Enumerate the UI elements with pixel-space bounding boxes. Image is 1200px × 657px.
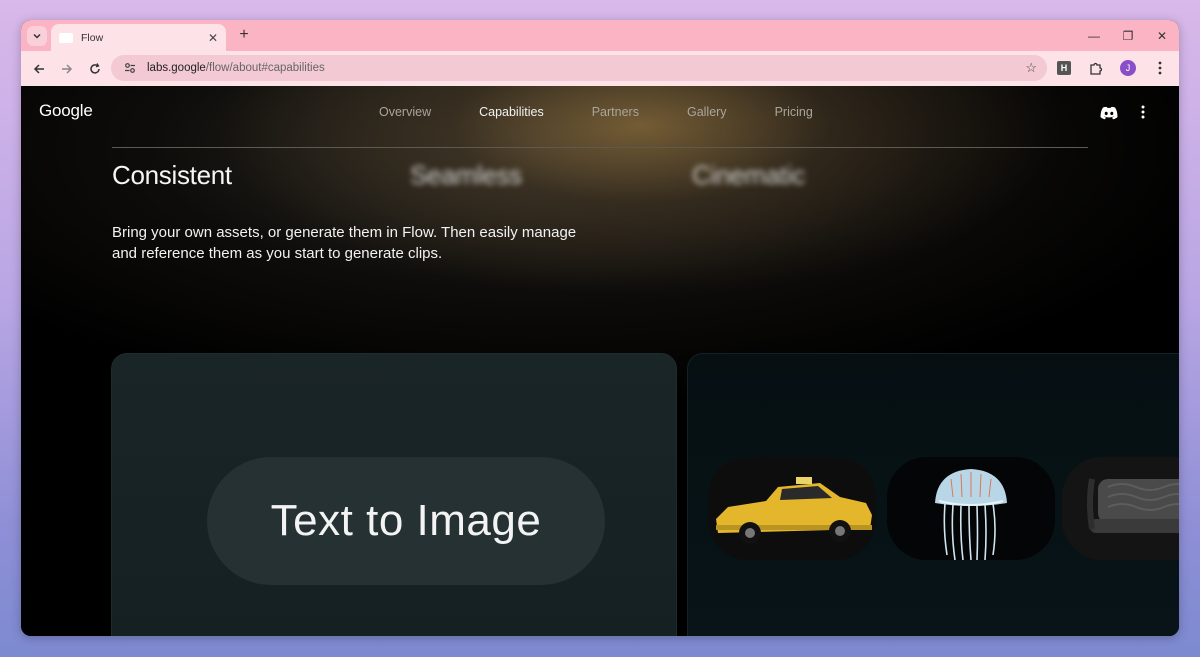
browser-toolbar: labs.google/flow/about#capabilities ☆ H …	[21, 51, 1179, 86]
page-content: Google Overview Capabilities Partners Ga…	[21, 86, 1179, 636]
jellyfish-image[interactable]	[887, 457, 1055, 560]
site-settings-icon[interactable]	[121, 59, 139, 77]
minimize-icon[interactable]: —	[1077, 20, 1111, 51]
tab-strip: Flow ✕ + — ❐ ✕	[21, 20, 1179, 51]
nav-capabilities[interactable]: Capabilities	[479, 105, 544, 119]
tab-title: Flow	[81, 31, 104, 44]
forward-button[interactable]	[53, 55, 81, 83]
text-to-image-card: Text to Image	[111, 353, 677, 636]
car-seat-image[interactable]	[1062, 457, 1179, 560]
toolbar-actions: H J	[1051, 55, 1173, 81]
url-text: labs.google/flow/about#capabilities	[147, 62, 1025, 74]
profile-button[interactable]: J	[1115, 55, 1141, 81]
capability-description: Bring your own assets, or generate them …	[112, 224, 577, 262]
chevron-down-icon	[33, 33, 41, 39]
discord-icon[interactable]	[1099, 106, 1119, 120]
back-arrow-icon	[33, 63, 44, 74]
favicon-icon	[59, 32, 73, 43]
restore-icon[interactable]: ❐	[1111, 20, 1145, 51]
nav-overview[interactable]: Overview	[379, 105, 431, 119]
capability-tab-cinematic[interactable]: Cinematic	[692, 160, 805, 191]
extension-h-icon: H	[1057, 61, 1071, 75]
extension-h-button[interactable]: H	[1051, 55, 1077, 81]
bookmark-star-icon[interactable]: ☆	[1025, 60, 1037, 76]
taxi-image[interactable]	[708, 457, 876, 560]
capability-tab-seamless[interactable]: Seamless	[410, 160, 522, 191]
back-button[interactable]	[25, 55, 53, 83]
reload-button[interactable]	[81, 55, 109, 83]
close-window-icon[interactable]: ✕	[1145, 20, 1179, 51]
nav-pricing[interactable]: Pricing	[775, 105, 813, 119]
url-path: /flow/about#capabilities	[205, 62, 325, 74]
close-tab-icon[interactable]: ✕	[208, 31, 218, 45]
tab-search-button[interactable]	[27, 26, 47, 46]
browser-menu-button[interactable]	[1147, 55, 1173, 81]
extensions-button[interactable]	[1083, 55, 1109, 81]
reload-icon	[90, 62, 100, 74]
window-controls: — ❐ ✕	[1077, 20, 1179, 51]
puzzle-icon	[1090, 62, 1103, 75]
avatar: J	[1120, 60, 1136, 76]
address-bar[interactable]: labs.google/flow/about#capabilities ☆	[111, 55, 1047, 81]
asset-carousel-card	[687, 353, 1179, 636]
kebab-menu-icon	[1158, 61, 1162, 75]
text-to-image-pill: Text to Image	[207, 457, 605, 585]
text-to-image-label: Text to Image	[270, 496, 542, 545]
site-nav: Overview Capabilities Partners Gallery P…	[379, 105, 861, 119]
page-menu-icon[interactable]	[1141, 105, 1145, 119]
nav-divider	[112, 147, 1088, 148]
url-host: labs.google	[147, 62, 206, 74]
browser-window: Flow ✕ + — ❐ ✕ labs.google/flow/about#ca…	[21, 20, 1179, 636]
new-tab-button[interactable]: +	[234, 26, 254, 44]
capability-tab-consistent[interactable]: Consistent	[112, 160, 232, 191]
nav-gallery[interactable]: Gallery	[687, 105, 727, 119]
forward-arrow-icon	[62, 63, 73, 74]
nav-partners[interactable]: Partners	[592, 105, 639, 119]
google-logo[interactable]: Google	[39, 101, 93, 121]
tab-flow[interactable]: Flow ✕	[51, 24, 226, 51]
